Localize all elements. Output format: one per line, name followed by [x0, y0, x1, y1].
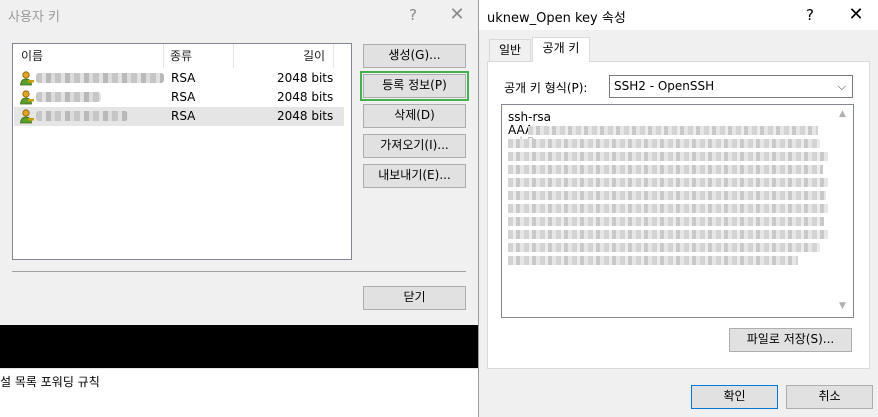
key-type: RSA: [171, 90, 196, 104]
generate-button[interactable]: 생성(G)...: [363, 44, 466, 68]
import-button[interactable]: 가져오기(I)...: [363, 134, 466, 158]
key-row[interactable]: RSA 2048 bits: [14, 69, 344, 88]
key-length: 2048 bits: [277, 71, 334, 85]
scroll-up-icon[interactable]: ▲: [839, 109, 846, 119]
key-row-selected[interactable]: RSA 2048 bits: [14, 107, 344, 126]
key-blurred: [528, 126, 818, 135]
user-key-icon: [20, 90, 34, 105]
export-button[interactable]: 내보내기(E)...: [363, 164, 466, 188]
tab-general[interactable]: 일반: [489, 39, 531, 61]
key-blurred: [508, 178, 828, 187]
close-icon[interactable]: ✕: [841, 0, 871, 30]
properties-button[interactable]: 등록 정보(P): [360, 71, 469, 101]
key-list[interactable]: 이름 종류 길이 RSA 2048 bits RSA 2048 bits RSA…: [12, 43, 352, 260]
title-bar: uknew_Open key 속성 ? ✕: [479, 0, 878, 30]
chevron-down-icon[interactable]: ⌵: [838, 76, 846, 97]
user-keys-dialog: 사용자 키 ? ✕ 이름 종류 길이 RSA 2048 bits RSA 204…: [0, 0, 478, 325]
key-line: ssh-rsa: [508, 110, 551, 124]
key-type: RSA: [171, 109, 196, 123]
column-header-length[interactable]: 길이: [303, 44, 325, 68]
background-tabs[interactable]: 설 목록 포워딩 규칙: [0, 373, 100, 390]
format-value: SSH2 - OpenSSH: [614, 79, 715, 93]
delete-button[interactable]: 삭제(D): [363, 104, 466, 128]
format-select[interactable]: SSH2 - OpenSSH ⌵: [609, 75, 853, 98]
save-to-file-button[interactable]: 파일로 저장(S)...: [729, 328, 852, 352]
key-name-blurred: [36, 111, 128, 121]
key-blurred: [508, 204, 828, 213]
tab-public-key[interactable]: 공개 키: [532, 37, 590, 62]
column-divider[interactable]: [163, 44, 164, 68]
close-icon[interactable]: ✕: [442, 0, 472, 30]
key-blurred: [508, 139, 820, 148]
key-name-blurred: [36, 92, 101, 102]
key-row[interactable]: RSA 2048 bits: [14, 88, 344, 107]
key-blurred: [508, 165, 823, 174]
background-window-area: [0, 325, 478, 368]
dialog-title: uknew_Open key 속성: [487, 11, 626, 26]
key-blurred: [508, 256, 798, 265]
column-header-type[interactable]: 종류: [170, 44, 192, 68]
ok-button[interactable]: 확인: [691, 385, 778, 409]
scrollbar[interactable]: ▲ ▼: [836, 105, 853, 317]
close-button[interactable]: 닫기: [363, 286, 466, 310]
key-properties-dialog: uknew_Open key 속성 ? ✕ 일반 공개 키 공개 키 형식(P)…: [478, 0, 878, 417]
user-key-icon: [20, 71, 34, 86]
key-blurred: [508, 243, 820, 252]
help-button[interactable]: ?: [795, 0, 825, 30]
key-length: 2048 bits: [277, 90, 334, 104]
public-key-textarea[interactable]: ssh-rsa AAA ...bP ▲ ▼: [501, 104, 854, 318]
key-blurred: [508, 191, 826, 200]
key-blurred: [508, 152, 828, 161]
column-divider[interactable]: [233, 44, 234, 68]
user-key-icon: [20, 109, 34, 124]
key-name-blurred: [36, 73, 164, 83]
column-header-name[interactable]: 이름: [21, 44, 43, 68]
key-blurred: [508, 217, 824, 226]
divider: [12, 271, 466, 272]
cancel-button[interactable]: 취소: [786, 385, 873, 409]
key-type: RSA: [171, 71, 196, 85]
dialog-title: 사용자 키: [8, 10, 60, 25]
key-blurred: [508, 230, 828, 239]
key-length: 2048 bits: [277, 109, 334, 123]
scroll-down-icon[interactable]: ▼: [839, 301, 846, 311]
column-divider[interactable]: [333, 44, 334, 68]
format-label: 공개 키 형식(P):: [504, 81, 588, 95]
help-button[interactable]: ?: [398, 0, 428, 30]
